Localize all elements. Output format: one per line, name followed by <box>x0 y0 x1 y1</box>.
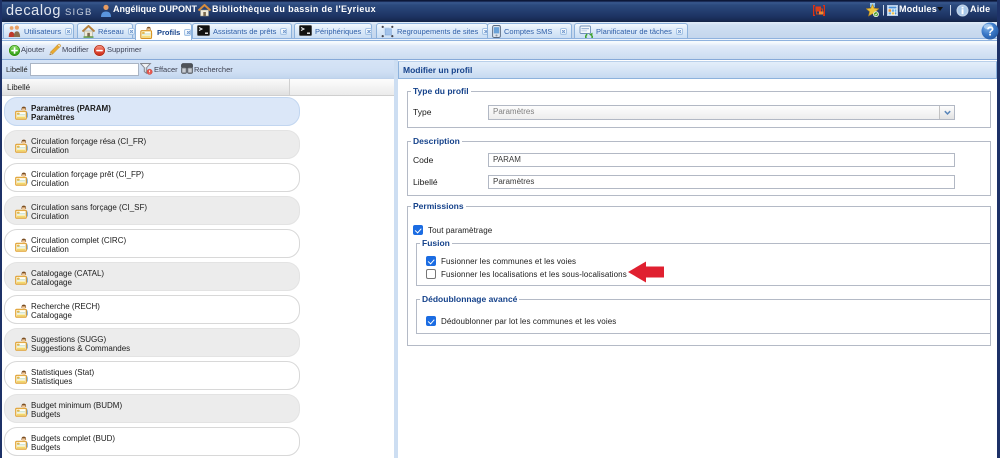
svg-text:?: ? <box>986 25 994 39</box>
